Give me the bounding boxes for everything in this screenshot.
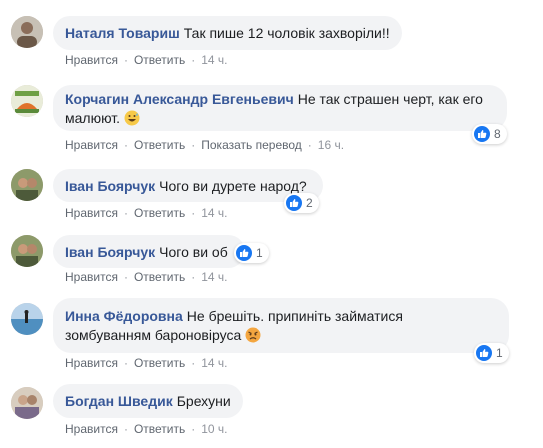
separator: ·	[307, 138, 312, 152]
separator: ·	[123, 53, 128, 67]
like-link[interactable]: Нравится	[65, 270, 118, 284]
avatar[interactable]	[11, 235, 43, 267]
grinning-sweat-emoji	[124, 110, 140, 131]
like-icon	[476, 345, 492, 361]
comment-text-line2: зомбуванням бароновіруса	[65, 327, 242, 343]
like-icon	[474, 126, 490, 142]
like-icon	[286, 195, 302, 211]
separator: ·	[123, 206, 128, 220]
like-icon	[236, 245, 252, 261]
comment-bubble: Корчагин Александр Евгеньевич Не так стра…	[53, 85, 507, 131]
timestamp[interactable]: 16 ч.	[318, 138, 344, 152]
like-link[interactable]: Нравится	[65, 206, 118, 220]
avatar[interactable]	[11, 303, 43, 335]
separator: ·	[123, 422, 128, 436]
separator: ·	[123, 138, 128, 152]
comment-text: Чого ви дурете народ?	[159, 178, 307, 194]
reaction-number: 1	[256, 246, 263, 260]
comment-bubble: Іван Боярчук Чого ви дурете народ?	[53, 169, 323, 202]
avatar[interactable]	[11, 85, 43, 117]
timestamp[interactable]: 10 ч.	[201, 422, 227, 436]
like-link[interactable]: Нравится	[65, 53, 118, 67]
comment-author[interactable]: Инна Фёдоровна	[65, 308, 183, 324]
avatar[interactable]	[11, 387, 43, 419]
angry-face-emoji	[245, 327, 261, 348]
separator: ·	[191, 206, 196, 220]
reply-link[interactable]: Ответить	[134, 422, 185, 436]
avatar[interactable]	[11, 16, 43, 48]
reaction-count[interactable]: 8	[472, 124, 507, 144]
comment-text-line2: малюют.	[65, 110, 121, 126]
reaction-count[interactable]: 1	[474, 343, 509, 363]
comment-text: Так пише 12 чоловік захворіли!!	[183, 25, 390, 41]
comment-author[interactable]: Корчагин Александр Евгеньевич	[65, 91, 294, 107]
separator: ·	[191, 356, 196, 370]
like-link[interactable]: Нравится	[65, 422, 118, 436]
comment-author[interactable]: Іван Боярчук	[65, 178, 155, 194]
comment-actions: Нравится · Ответить · Показать перевод · 16 ч.	[65, 138, 344, 152]
comment-author[interactable]: Богдан Шведик	[65, 393, 173, 409]
comment-text: Чого ви об	[159, 244, 228, 260]
comment-actions: Нравится · Ответить · 14 ч.	[65, 356, 228, 370]
like-link[interactable]: Нравится	[65, 138, 118, 152]
separator: ·	[191, 270, 196, 284]
comment-actions: Нравится · Ответить · 14 ч.	[65, 53, 228, 67]
reply-link[interactable]: Ответить	[134, 206, 185, 220]
comment-bubble: Богдан Шведик Брехуни	[53, 384, 243, 418]
reaction-count[interactable]: 1	[234, 243, 269, 263]
comment-bubble: Іван Боярчук Чого ви об	[53, 235, 245, 268]
separator: ·	[191, 53, 196, 67]
separator: ·	[191, 422, 196, 436]
comment-author[interactable]: Іван Боярчук	[65, 244, 155, 260]
comment-bubble: Инна Фёдоровна Не брешіть. припиніть займ…	[53, 298, 509, 353]
comment-actions: Нравится · Ответить · 14 ч.	[65, 270, 228, 284]
comment-actions: Нравится · Ответить · 10 ч.	[65, 422, 228, 436]
reaction-number: 8	[494, 127, 501, 141]
show-translation-link[interactable]: Показать перевод	[201, 138, 302, 152]
comment-text: Не брешіть. припиніть займатися	[186, 308, 403, 324]
reaction-number: 1	[496, 346, 503, 360]
timestamp[interactable]: 14 ч.	[201, 206, 227, 220]
reply-link[interactable]: Ответить	[134, 53, 185, 67]
comment-actions: Нравится · Ответить · 14 ч.	[65, 206, 228, 220]
separator: ·	[191, 138, 196, 152]
separator: ·	[123, 270, 128, 284]
reaction-number: 2	[306, 196, 313, 210]
reply-link[interactable]: Ответить	[134, 356, 185, 370]
timestamp[interactable]: 14 ч.	[201, 356, 227, 370]
reply-link[interactable]: Ответить	[134, 138, 185, 152]
timestamp[interactable]: 14 ч.	[201, 53, 227, 67]
timestamp[interactable]: 14 ч.	[201, 270, 227, 284]
reaction-count[interactable]: 2	[284, 193, 319, 213]
separator: ·	[123, 356, 128, 370]
avatar[interactable]	[11, 169, 43, 201]
comment-bubble: Наталя Товариш Так пише 12 чоловік захвор…	[53, 16, 402, 50]
comment-text: Не так страшен черт, как его	[297, 91, 483, 107]
comment-author[interactable]: Наталя Товариш	[65, 25, 180, 41]
like-link[interactable]: Нравится	[65, 356, 118, 370]
comment-text: Брехуни	[176, 393, 231, 409]
reply-link[interactable]: Ответить	[134, 270, 185, 284]
